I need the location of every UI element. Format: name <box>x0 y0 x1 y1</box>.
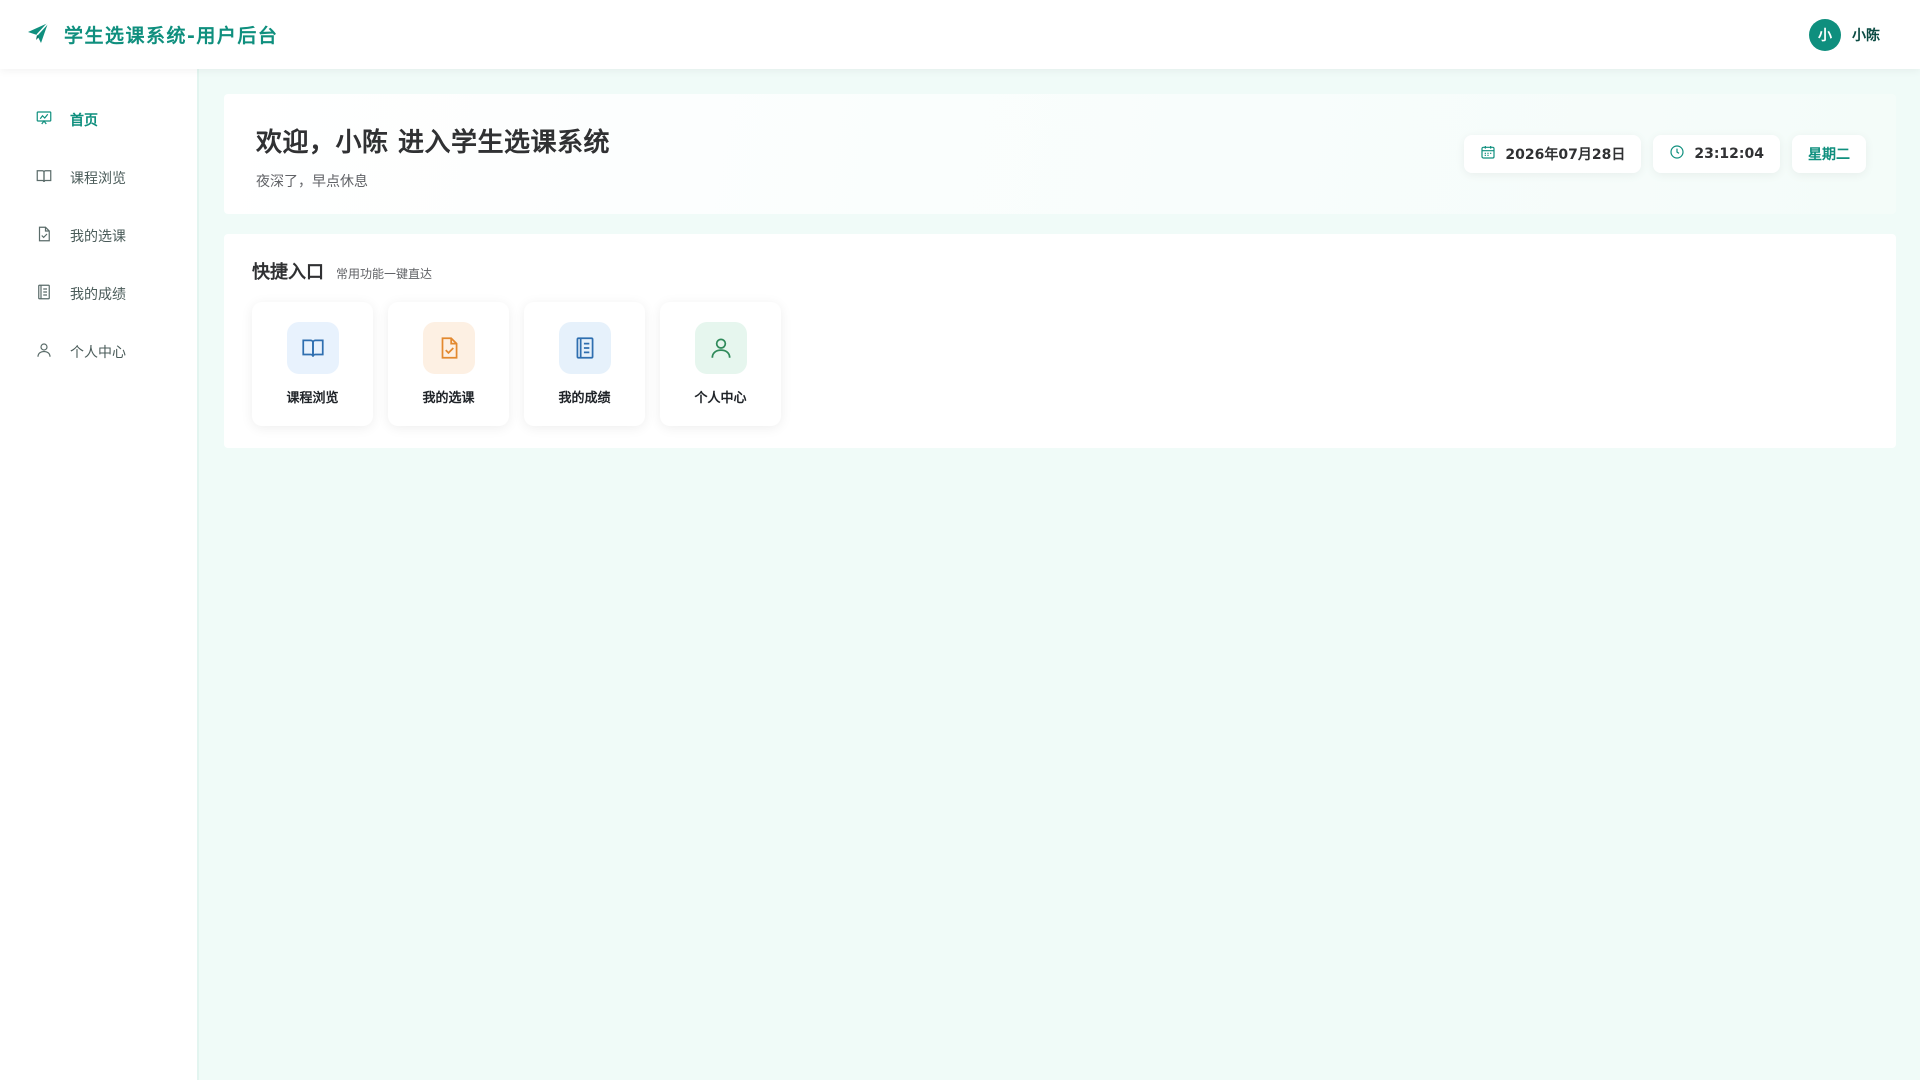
sidebar-item-label: 个人中心 <box>70 345 126 361</box>
document-check-icon <box>35 225 53 247</box>
sidebar-item-label: 我的选课 <box>70 229 126 245</box>
calendar-icon <box>1480 144 1496 164</box>
user-icon <box>694 322 747 374</box>
date-chip: 2026年07月28日 <box>1464 135 1642 173</box>
quick-access-title: 快捷入口 <box>252 262 324 283</box>
sidebar-item-label: 我的成绩 <box>70 287 126 303</box>
quick-access-cards: 课程浏览 我的选课 我的成绩 个人中心 <box>252 302 1868 426</box>
quick-access-header: 快捷入口 常用功能一键直达 <box>252 258 1868 284</box>
weekday-text: 星期二 <box>1808 147 1850 163</box>
quick-card-profile[interactable]: 个人中心 <box>660 302 781 426</box>
weekday-chip: 星期二 <box>1792 135 1866 173</box>
sidebar-item-label: 课程浏览 <box>70 171 126 187</box>
document-check-icon <box>422 322 475 374</box>
dashboard-icon <box>35 109 53 131</box>
notebook-icon <box>35 283 53 305</box>
welcome-banner: 欢迎，小陈 进入学生选课系统 夜深了，早点休息 2026年07月28日 23:1… <box>224 94 1896 214</box>
time-chip: 23:12:04 <box>1653 135 1780 173</box>
quick-access-panel: 快捷入口 常用功能一键直达 课程浏览 我的选课 我的成绩 个人中心 <box>224 234 1896 448</box>
avatar[interactable]: 小 <box>1809 18 1841 51</box>
date-text: 2026年07月28日 <box>1505 147 1626 163</box>
quick-access-subtitle: 常用功能一键直达 <box>336 267 433 281</box>
sidebar-item-profile[interactable]: 个人中心 <box>0 323 197 381</box>
sidebar-item-course-browse[interactable]: 课程浏览 <box>0 149 197 207</box>
app-title: 学生选课系统-用户后台 <box>64 25 279 47</box>
time-text: 23:12:04 <box>1694 146 1764 162</box>
quick-card-label: 个人中心 <box>694 391 747 406</box>
sidebar-item-my-grades[interactable]: 我的成绩 <box>0 265 197 323</box>
date-time-chips: 2026年07月28日 23:12:04 星期二 <box>1464 135 1866 173</box>
clock-icon <box>1669 144 1685 164</box>
sidebar-item-my-courses[interactable]: 我的选课 <box>0 207 197 265</box>
sidebar-item-home[interactable]: 首页 <box>0 91 197 149</box>
quick-card-course-browse[interactable]: 课程浏览 <box>252 302 373 426</box>
quick-card-my-courses[interactable]: 我的选课 <box>388 302 509 426</box>
sidebar-item-label: 首页 <box>70 113 98 129</box>
sidebar: 首页 课程浏览 我的选课 我的成绩 个人中心 <box>0 69 199 1080</box>
brand[interactable]: 学生选课系统-用户后台 <box>26 21 278 49</box>
quick-card-label: 我的成绩 <box>558 391 611 406</box>
quick-card-my-grades[interactable]: 我的成绩 <box>524 302 645 426</box>
user-icon <box>35 341 53 363</box>
notebook-icon <box>558 322 611 374</box>
top-header: 学生选课系统-用户后台 小 小陈 <box>0 0 1920 69</box>
quick-card-label: 我的选课 <box>422 391 475 406</box>
welcome-subtitle: 夜深了，早点休息 <box>256 174 368 190</box>
book-icon <box>286 322 339 374</box>
paper-plane-icon <box>26 21 50 49</box>
user-menu[interactable]: 小 小陈 <box>1809 18 1880 51</box>
book-icon <box>35 167 53 189</box>
quick-card-label: 课程浏览 <box>286 391 339 406</box>
user-name[interactable]: 小陈 <box>1852 25 1880 45</box>
